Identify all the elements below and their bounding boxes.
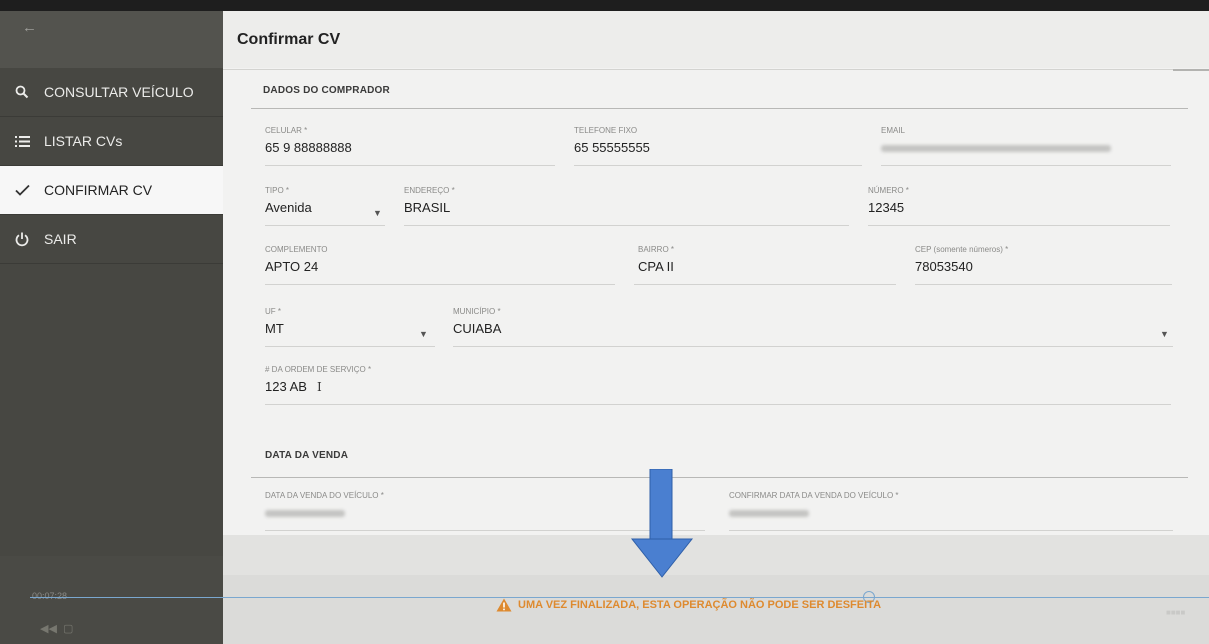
tipo-value: Avenida xyxy=(265,200,312,215)
warning-icon xyxy=(496,598,512,612)
email-field[interactable]: EMAIL xyxy=(881,126,1171,166)
section-divider xyxy=(251,108,1188,109)
field-underline xyxy=(729,530,1173,531)
tipo-select[interactable]: TIPO * Avenida ▼ xyxy=(265,186,385,226)
page-header: Confirmar CV xyxy=(223,11,1209,68)
field-underline xyxy=(404,225,849,226)
ordem-label: # DA ORDEM DE SERVIÇO * xyxy=(265,365,372,374)
municipio-select[interactable]: MUNICÍPIO * CUIABA ▼ xyxy=(453,307,1173,347)
section-divider xyxy=(251,477,1188,478)
cep-field[interactable]: CEP (somente números) * 78053540 xyxy=(915,245,1172,285)
field-underline xyxy=(265,346,435,347)
text-cursor-icon: I xyxy=(316,380,322,394)
endereco-label: ENDEREÇO * xyxy=(404,186,455,195)
sidebar-item-listar-cvs[interactable]: LISTAR CVs xyxy=(0,117,223,166)
telefone-field[interactable]: TELEFONE FIXO 65 55555555 xyxy=(574,126,862,166)
section-title-venda: DATA DA VENDA xyxy=(265,450,349,461)
complemento-field[interactable]: COMPLEMENTO APTO 24 xyxy=(265,245,615,285)
complemento-label: COMPLEMENTO xyxy=(265,245,328,254)
celular-value: 65 9 88888888 xyxy=(265,140,352,155)
field-underline xyxy=(868,225,1170,226)
warning-text: UMA VEZ FINALIZADA, ESTA OPERAÇÃO NÃO PO… xyxy=(518,599,882,611)
field-underline xyxy=(265,404,1171,405)
field-underline xyxy=(634,284,896,285)
field-underline xyxy=(881,165,1171,166)
time-remaining-redacted: ■■■■ xyxy=(1166,608,1186,617)
sidebar-item-label: SAIR xyxy=(44,231,77,247)
cep-label: CEP (somente números) * xyxy=(915,245,1009,254)
page-title: Confirmar CV xyxy=(237,30,341,48)
sidebar-item-sair[interactable]: SAIR xyxy=(0,215,223,264)
confirmar-data-value-redacted xyxy=(729,505,1173,521)
telefone-label: TELEFONE FIXO xyxy=(574,126,638,135)
chevron-down-icon: ▼ xyxy=(1160,329,1169,339)
numero-label: NÚMERO * xyxy=(868,186,909,195)
email-value-redacted xyxy=(881,140,1171,156)
footer-band xyxy=(223,535,1209,575)
check-icon xyxy=(12,184,32,196)
field-underline xyxy=(453,346,1173,347)
bairro-field[interactable]: BAIRRO * CPA II xyxy=(634,245,896,285)
tipo-label: TIPO * xyxy=(265,186,290,195)
header-divider xyxy=(223,69,1191,70)
chevron-down-icon: ▼ xyxy=(419,329,428,339)
section-title-comprador: DADOS DO COMPRADOR xyxy=(263,85,390,96)
uf-label: UF * xyxy=(265,307,281,316)
cep-value: 78053540 xyxy=(915,259,973,274)
arrow-down-icon xyxy=(630,469,694,578)
complemento-value: APTO 24 xyxy=(265,259,319,274)
field-underline xyxy=(265,225,385,226)
ordem-value: 123 AB I xyxy=(265,379,1171,395)
arrow-left-icon[interactable]: ← xyxy=(22,19,37,36)
confirmar-data-venda-field[interactable]: CONFIRMAR DATA DA VENDA DO VEÍCULO * xyxy=(729,491,1173,531)
list-icon xyxy=(12,135,32,147)
ordem-value-text: 123 AB xyxy=(265,379,307,394)
municipio-value: CUIABA xyxy=(453,321,502,336)
uf-value: MT xyxy=(265,321,284,336)
sidebar-item-label: CONSULTAR VEÍCULO xyxy=(44,84,194,100)
power-icon xyxy=(12,232,32,247)
municipio-label: MUNICÍPIO * xyxy=(453,307,501,316)
sidebar-header: ← xyxy=(0,11,223,68)
numero-field[interactable]: NÚMERO * 12345 xyxy=(868,186,1170,226)
endereco-value: BRASIL xyxy=(404,200,451,215)
header-divider-accent xyxy=(1173,69,1209,71)
sidebar-item-confirmar-cv[interactable]: CONFIRMAR CV xyxy=(0,166,223,215)
field-underline xyxy=(265,165,555,166)
ordem-servico-field[interactable]: # DA ORDEM DE SERVIÇO * 123 AB I xyxy=(265,365,1171,405)
celular-field[interactable]: CELULAR * 65 9 88888888 xyxy=(265,126,555,166)
telefone-value: 65 55555555 xyxy=(574,140,650,155)
numero-value: 12345 xyxy=(868,200,905,215)
field-underline xyxy=(574,165,862,166)
sidebar-item-label: LISTAR CVs xyxy=(44,133,123,149)
footer: UMA VEZ FINALIZADA, ESTA OPERAÇÃO NÃO PO… xyxy=(0,535,1209,644)
chevron-down-icon: ▼ xyxy=(373,208,382,218)
email-label: EMAIL xyxy=(881,126,906,135)
search-icon xyxy=(12,85,32,99)
uf-select[interactable]: UF * MT ▼ xyxy=(265,307,435,347)
confirmar-data-label: CONFIRMAR DATA DA VENDA DO VEÍCULO * xyxy=(729,491,899,500)
sidebar-item-label: CONFIRMAR CV xyxy=(44,182,153,198)
window-top-bar xyxy=(0,0,1209,11)
celular-label: CELULAR * xyxy=(265,126,308,135)
endereco-field[interactable]: ENDEREÇO * BRASIL xyxy=(404,186,849,226)
bairro-label: BAIRRO * xyxy=(638,245,675,254)
sidebar-item-consultar-veiculo[interactable]: CONSULTAR VEÍCULO xyxy=(0,68,223,117)
warning-message: UMA VEZ FINALIZADA, ESTA OPERAÇÃO NÃO PO… xyxy=(496,598,881,612)
field-underline xyxy=(915,284,1172,285)
field-underline xyxy=(265,284,615,285)
bairro-value: CPA II xyxy=(638,259,674,274)
